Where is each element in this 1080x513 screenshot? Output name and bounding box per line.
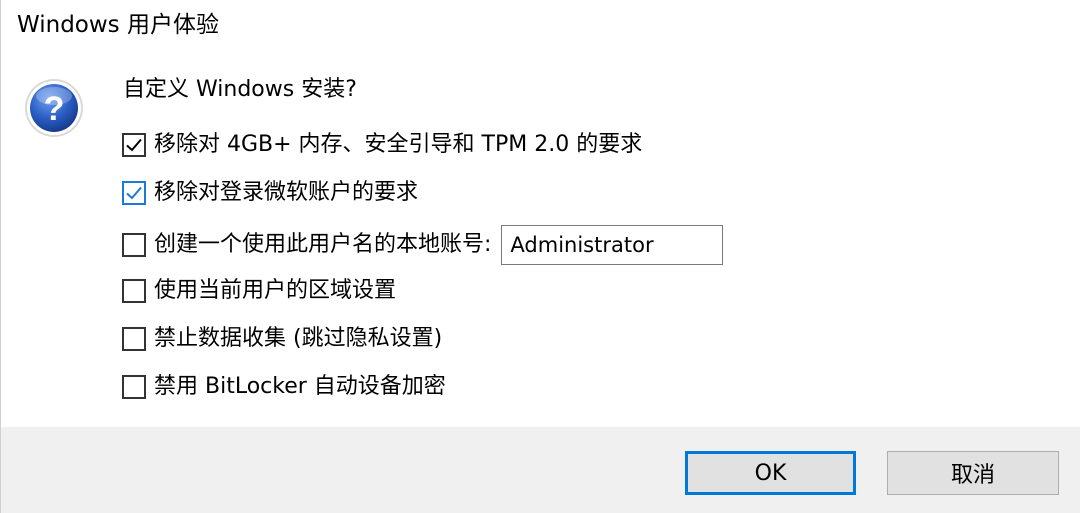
checkbox[interactable] xyxy=(122,375,146,399)
dialog-prompt: 自定义 Windows 安装? xyxy=(123,77,357,102)
checkmark-icon xyxy=(126,138,142,152)
ok-button[interactable]: OK xyxy=(685,451,856,495)
option-label: 使用当前用户的区域设置 xyxy=(154,278,397,303)
option-remove-microsoft-account[interactable]: 移除对登录微软账户的要求 xyxy=(122,178,418,208)
cancel-button[interactable]: 取消 xyxy=(887,451,1059,495)
username-input[interactable] xyxy=(501,225,724,265)
option-create-local-account[interactable]: 创建一个使用此用户名的本地账号: xyxy=(122,225,724,265)
option-remove-hardware-requirements[interactable]: 移除对 4GB+ 内存、安全引导和 TPM 2.0 的要求 xyxy=(122,130,642,160)
checkbox[interactable] xyxy=(122,233,146,257)
question-icon: ? xyxy=(23,77,85,139)
dialog-window: Windows 用户体验 ? 自定义 Windows 安装? 移除对 4GB+ … xyxy=(0,0,1080,513)
checkmark-icon xyxy=(126,186,142,200)
svg-text:?: ? xyxy=(44,90,65,128)
option-disable-bitlocker[interactable]: 禁用 BitLocker 自动设备加密 xyxy=(122,372,446,402)
checkbox[interactable] xyxy=(122,133,146,157)
checkbox[interactable] xyxy=(122,279,146,303)
checkbox[interactable] xyxy=(122,181,146,205)
option-label: 移除对 4GB+ 内存、安全引导和 TPM 2.0 的要求 xyxy=(154,132,643,157)
window-title: Windows 用户体验 xyxy=(17,12,219,38)
option-label: 创建一个使用此用户名的本地账号: xyxy=(154,232,492,257)
option-use-current-region[interactable]: 使用当前用户的区域设置 xyxy=(122,276,396,306)
option-disable-data-collection[interactable]: 禁止数据收集 (跳过隐私设置) xyxy=(122,324,442,354)
checkbox[interactable] xyxy=(122,327,146,351)
option-label: 禁止数据收集 (跳过隐私设置) xyxy=(154,326,443,351)
dialog-content: ? 自定义 Windows 安装? 移除对 4GB+ 内存、安全引导和 TPM … xyxy=(1,52,1080,425)
option-label: 移除对登录微软账户的要求 xyxy=(154,180,419,205)
option-label: 禁用 BitLocker 自动设备加密 xyxy=(154,374,446,399)
dialog-footer: OK 取消 xyxy=(1,427,1080,513)
